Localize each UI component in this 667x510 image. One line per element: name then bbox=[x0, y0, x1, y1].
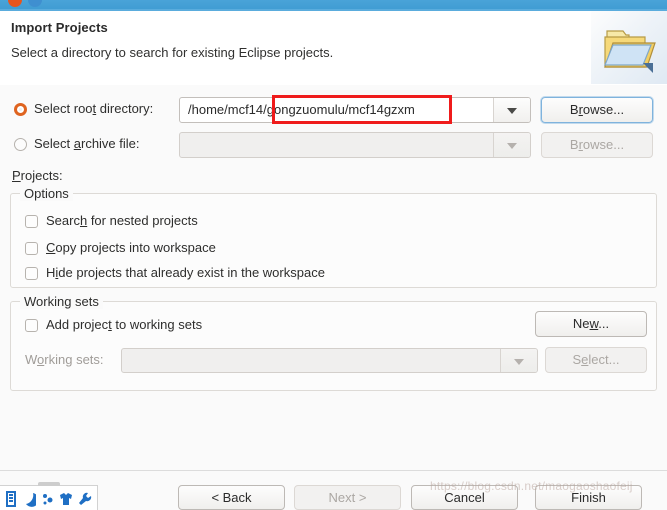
minimize-button[interactable] bbox=[28, 0, 42, 7]
hide-existing-projects-checkbox[interactable] bbox=[25, 267, 38, 280]
moon-icon bbox=[26, 493, 36, 507]
archive-file-combo bbox=[179, 132, 531, 158]
page-title: Import Projects bbox=[11, 20, 108, 35]
back-button[interactable]: < Back bbox=[178, 485, 285, 510]
wrench-icon bbox=[79, 492, 92, 505]
close-button[interactable] bbox=[8, 0, 22, 7]
root-directory-value: /home/mcf14/gongzuomulu/mcf14gzxm bbox=[188, 102, 415, 117]
dialog-footer: < Back Next > Cancel Finish bbox=[0, 471, 667, 510]
working-sets-group-title: Working sets bbox=[20, 294, 103, 309]
browse-root-directory-button[interactable]: Browse... bbox=[541, 97, 653, 123]
copy-projects-checkbox[interactable] bbox=[25, 242, 38, 255]
add-project-to-working-sets-checkbox[interactable] bbox=[25, 319, 38, 332]
import-projects-dialog: Import Projects Select a directory to se… bbox=[0, 0, 667, 510]
shirt-icon bbox=[60, 493, 72, 505]
taskbar-dock[interactable] bbox=[0, 482, 98, 510]
working-sets-combo bbox=[121, 348, 538, 373]
finish-button[interactable]: Finish bbox=[535, 485, 642, 510]
add-project-to-working-sets-label: Add project to working sets bbox=[46, 317, 203, 332]
cancel-button[interactable]: Cancel bbox=[411, 485, 518, 510]
window-titlebar bbox=[0, 0, 667, 11]
dialog-body: Select root directory: /home/mcf14/gongz… bbox=[0, 85, 667, 470]
next-button: Next > bbox=[294, 485, 401, 510]
dialog-header: Import Projects Select a directory to se… bbox=[0, 11, 667, 86]
search-nested-projects-checkbox[interactable] bbox=[25, 215, 38, 228]
working-sets-group: Working sets Add project to working sets… bbox=[10, 294, 657, 391]
copy-projects-label: Copy projects into workspace bbox=[46, 240, 216, 255]
chevron-down-icon bbox=[500, 349, 537, 372]
select-root-directory-radio[interactable] bbox=[14, 103, 27, 116]
import-folder-icon bbox=[591, 11, 667, 84]
chevron-down-icon bbox=[493, 133, 530, 157]
browse-archive-file-button: Browse... bbox=[541, 132, 653, 158]
select-archive-file-row: Select archive file: Browse... bbox=[0, 130, 667, 160]
hide-existing-projects-label: Hide projects that already exist in the … bbox=[46, 265, 325, 280]
files-icon bbox=[6, 491, 16, 507]
page-subtitle: Select a directory to search for existin… bbox=[11, 45, 334, 60]
dock-notch bbox=[38, 482, 60, 486]
options-group-title: Options bbox=[20, 186, 73, 201]
select-archive-file-label: Select archive file: bbox=[34, 136, 140, 151]
new-working-set-button[interactable]: New... bbox=[535, 311, 647, 337]
projects-label: Projects: bbox=[12, 168, 63, 183]
search-nested-projects-label: Search for nested projects bbox=[46, 213, 198, 228]
select-working-sets-button: Select... bbox=[545, 347, 647, 373]
chevron-down-icon[interactable] bbox=[493, 98, 530, 122]
sparkle-icon bbox=[43, 494, 53, 505]
select-root-directory-row: Select root directory: /home/mcf14/gongz… bbox=[0, 95, 667, 125]
select-archive-file-radio[interactable] bbox=[14, 138, 27, 151]
root-directory-combo[interactable]: /home/mcf14/gongzuomulu/mcf14gzxm bbox=[179, 97, 531, 123]
select-root-directory-label: Select root directory: bbox=[34, 101, 154, 116]
options-group: Options Search for nested projects Copy … bbox=[10, 186, 657, 288]
working-sets-label: Working sets: bbox=[25, 352, 104, 367]
